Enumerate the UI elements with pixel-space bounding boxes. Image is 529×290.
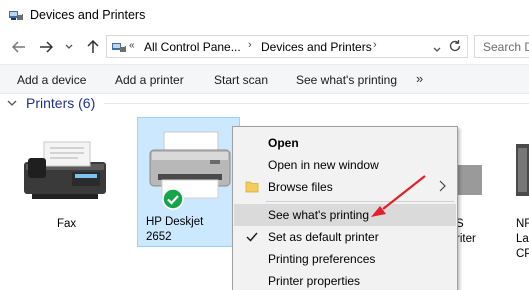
- device-label-line1: NF: [516, 218, 529, 230]
- start-scan-button[interactable]: Start scan: [214, 73, 268, 87]
- menu-item-set-default[interactable]: Set as default printer: [234, 226, 456, 248]
- menu-item-open-new-window[interactable]: Open in new window: [234, 154, 456, 176]
- search-input[interactable]: Search D: [474, 35, 529, 58]
- menu-item-label: Open: [268, 136, 299, 150]
- chevron-right-icon[interactable]: ›: [373, 39, 377, 51]
- address-bar[interactable]: « All Control Pane... › Devices and Prin…: [106, 35, 468, 58]
- device-label-line2: La: [516, 233, 529, 245]
- device-label-line1: HP Deskjet: [146, 216, 204, 228]
- breadcrumb-control-panel[interactable]: All Control Pane...: [144, 40, 241, 54]
- folder-icon: [245, 180, 259, 193]
- device-fax[interactable]: Fax: [20, 130, 115, 240]
- menu-item-printer-properties[interactable]: Printer properties: [234, 270, 456, 290]
- menu-item-see-whats-printing[interactable]: See what's printing: [234, 204, 456, 226]
- default-printer-check-icon: [162, 188, 184, 213]
- menu-item-label: Printing preferences: [268, 252, 376, 266]
- printers-group-header[interactable]: Printers (6): [6, 94, 95, 112]
- devices-printers-icon: [8, 8, 24, 22]
- chevron-down-icon[interactable]: [63, 38, 75, 56]
- command-bar: Add a device Add a printer Start scan Se…: [0, 64, 529, 94]
- refresh-icon[interactable]: [448, 39, 462, 56]
- group-divider: [104, 103, 529, 104]
- chevron-right-icon[interactable]: ›: [248, 39, 252, 51]
- see-whats-printing-button[interactable]: See what's printing: [296, 73, 397, 87]
- fax-machine-icon: [22, 134, 110, 209]
- back-arrow-icon[interactable]: [10, 38, 28, 56]
- window-title: Devices and Printers: [30, 8, 146, 22]
- device-hp-deskjet[interactable]: HP Deskjet 2652: [137, 117, 240, 247]
- checkmark-icon: [245, 230, 259, 243]
- up-arrow-icon[interactable]: [84, 38, 102, 56]
- device-label: Fax: [57, 218, 77, 230]
- more-commands-button[interactable]: »: [416, 71, 423, 86]
- menu-item-label: Printer properties: [268, 274, 361, 288]
- submenu-arrow-icon: [439, 180, 446, 195]
- address-dropdown-icon[interactable]: [433, 42, 441, 56]
- breadcrumb-devices-printers[interactable]: Devices and Printers: [261, 40, 372, 54]
- device-label-line2: 2652: [146, 231, 172, 243]
- menu-item-label: See what's printing: [268, 208, 370, 222]
- search-placeholder: Search D: [483, 40, 529, 54]
- menu-item-browse-files[interactable]: Browse files: [234, 176, 456, 198]
- context-menu: Open Open in new window Browse files See…: [232, 126, 458, 290]
- printer-icon: [144, 128, 236, 211]
- device-label-line3: CP: [516, 248, 529, 260]
- menu-separator: [266, 201, 454, 202]
- devices-printers-icon: [111, 40, 127, 54]
- device-label-line2: riter: [456, 233, 476, 245]
- forward-arrow-icon[interactable]: [37, 38, 55, 56]
- menu-item-printing-preferences[interactable]: Printing preferences: [234, 248, 456, 270]
- menu-item-label: Set as default printer: [268, 230, 379, 244]
- menu-item-label: Open in new window: [268, 158, 379, 172]
- printer-icon: [516, 140, 529, 203]
- address-overflow[interactable]: «: [129, 40, 135, 51]
- add-device-button[interactable]: Add a device: [17, 73, 86, 87]
- group-title: Printers (6): [26, 95, 96, 111]
- add-printer-button[interactable]: Add a printer: [115, 73, 184, 87]
- title-bar: Devices and Printers: [0, 0, 529, 31]
- menu-item-label: Browse files: [268, 180, 333, 194]
- menu-item-open[interactable]: Open: [234, 132, 456, 154]
- chevron-down-icon[interactable]: [6, 97, 18, 109]
- printer-icon: [458, 145, 482, 208]
- device-partial-2[interactable]: NF La CP: [508, 130, 529, 260]
